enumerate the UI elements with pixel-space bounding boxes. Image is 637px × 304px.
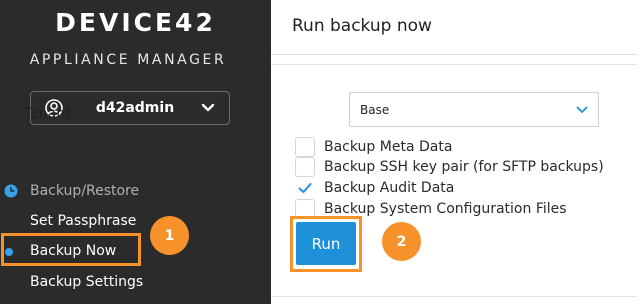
option-label: Backup Audit Data	[324, 180, 455, 196]
tenant-selected-value: Base	[360, 102, 390, 117]
option-label: Backup System Configuration Files	[324, 201, 567, 217]
panel-header: Run backup now	[271, 0, 637, 55]
brand-logo: DEVICE42	[55, 8, 216, 37]
option-label: Backup SSH key pair (for SFTP backups)	[324, 159, 604, 175]
username-label: d42admin	[95, 100, 175, 116]
brand-subtitle: APPLIANCE MANAGER	[29, 52, 227, 68]
run-button[interactable]: Run	[296, 222, 356, 265]
option-backup-meta-data[interactable]: Backup Meta Data	[295, 137, 452, 157]
chevron-down-icon	[201, 103, 215, 112]
page-title: Run backup now	[292, 16, 432, 36]
sidebar-item-set-passphrase[interactable]: Set Passphrase	[30, 213, 136, 229]
footer-divider	[271, 296, 637, 297]
tenant-select[interactable]: Base	[349, 92, 599, 127]
highlight-box-backup-now	[1, 233, 141, 266]
step-badge-2: 2	[382, 222, 421, 261]
checkbox-meta-data[interactable]	[295, 137, 315, 157]
step-badge-1: 1	[150, 216, 189, 255]
option-backup-ssh-key-pair[interactable]: Backup SSH key pair (for SFTP backups)	[295, 157, 604, 177]
clock-icon	[4, 184, 18, 198]
option-label: Backup Meta Data	[324, 139, 453, 155]
nav-section-label: Backup/Restore	[30, 183, 140, 199]
appliance-manager-window: DEVICE42 APPLIANCE MANAGER d42admin Back…	[0, 0, 637, 304]
sidebar-item-backup-settings[interactable]: Backup Settings	[30, 274, 143, 290]
checkbox-ssh-key-pair[interactable]	[295, 157, 315, 177]
nav-section-backup-restore[interactable]: Backup/Restore	[0, 180, 271, 202]
option-backup-audit-data[interactable]: Backup Audit Data	[295, 178, 454, 198]
chevron-down-icon	[576, 106, 588, 113]
tenant-label: Tenant:	[24, 106, 76, 122]
sidebar: DEVICE42 APPLIANCE MANAGER d42admin Back…	[0, 0, 271, 304]
checkbox-audit-data[interactable]	[295, 178, 315, 198]
checkmark-icon	[298, 183, 312, 193]
